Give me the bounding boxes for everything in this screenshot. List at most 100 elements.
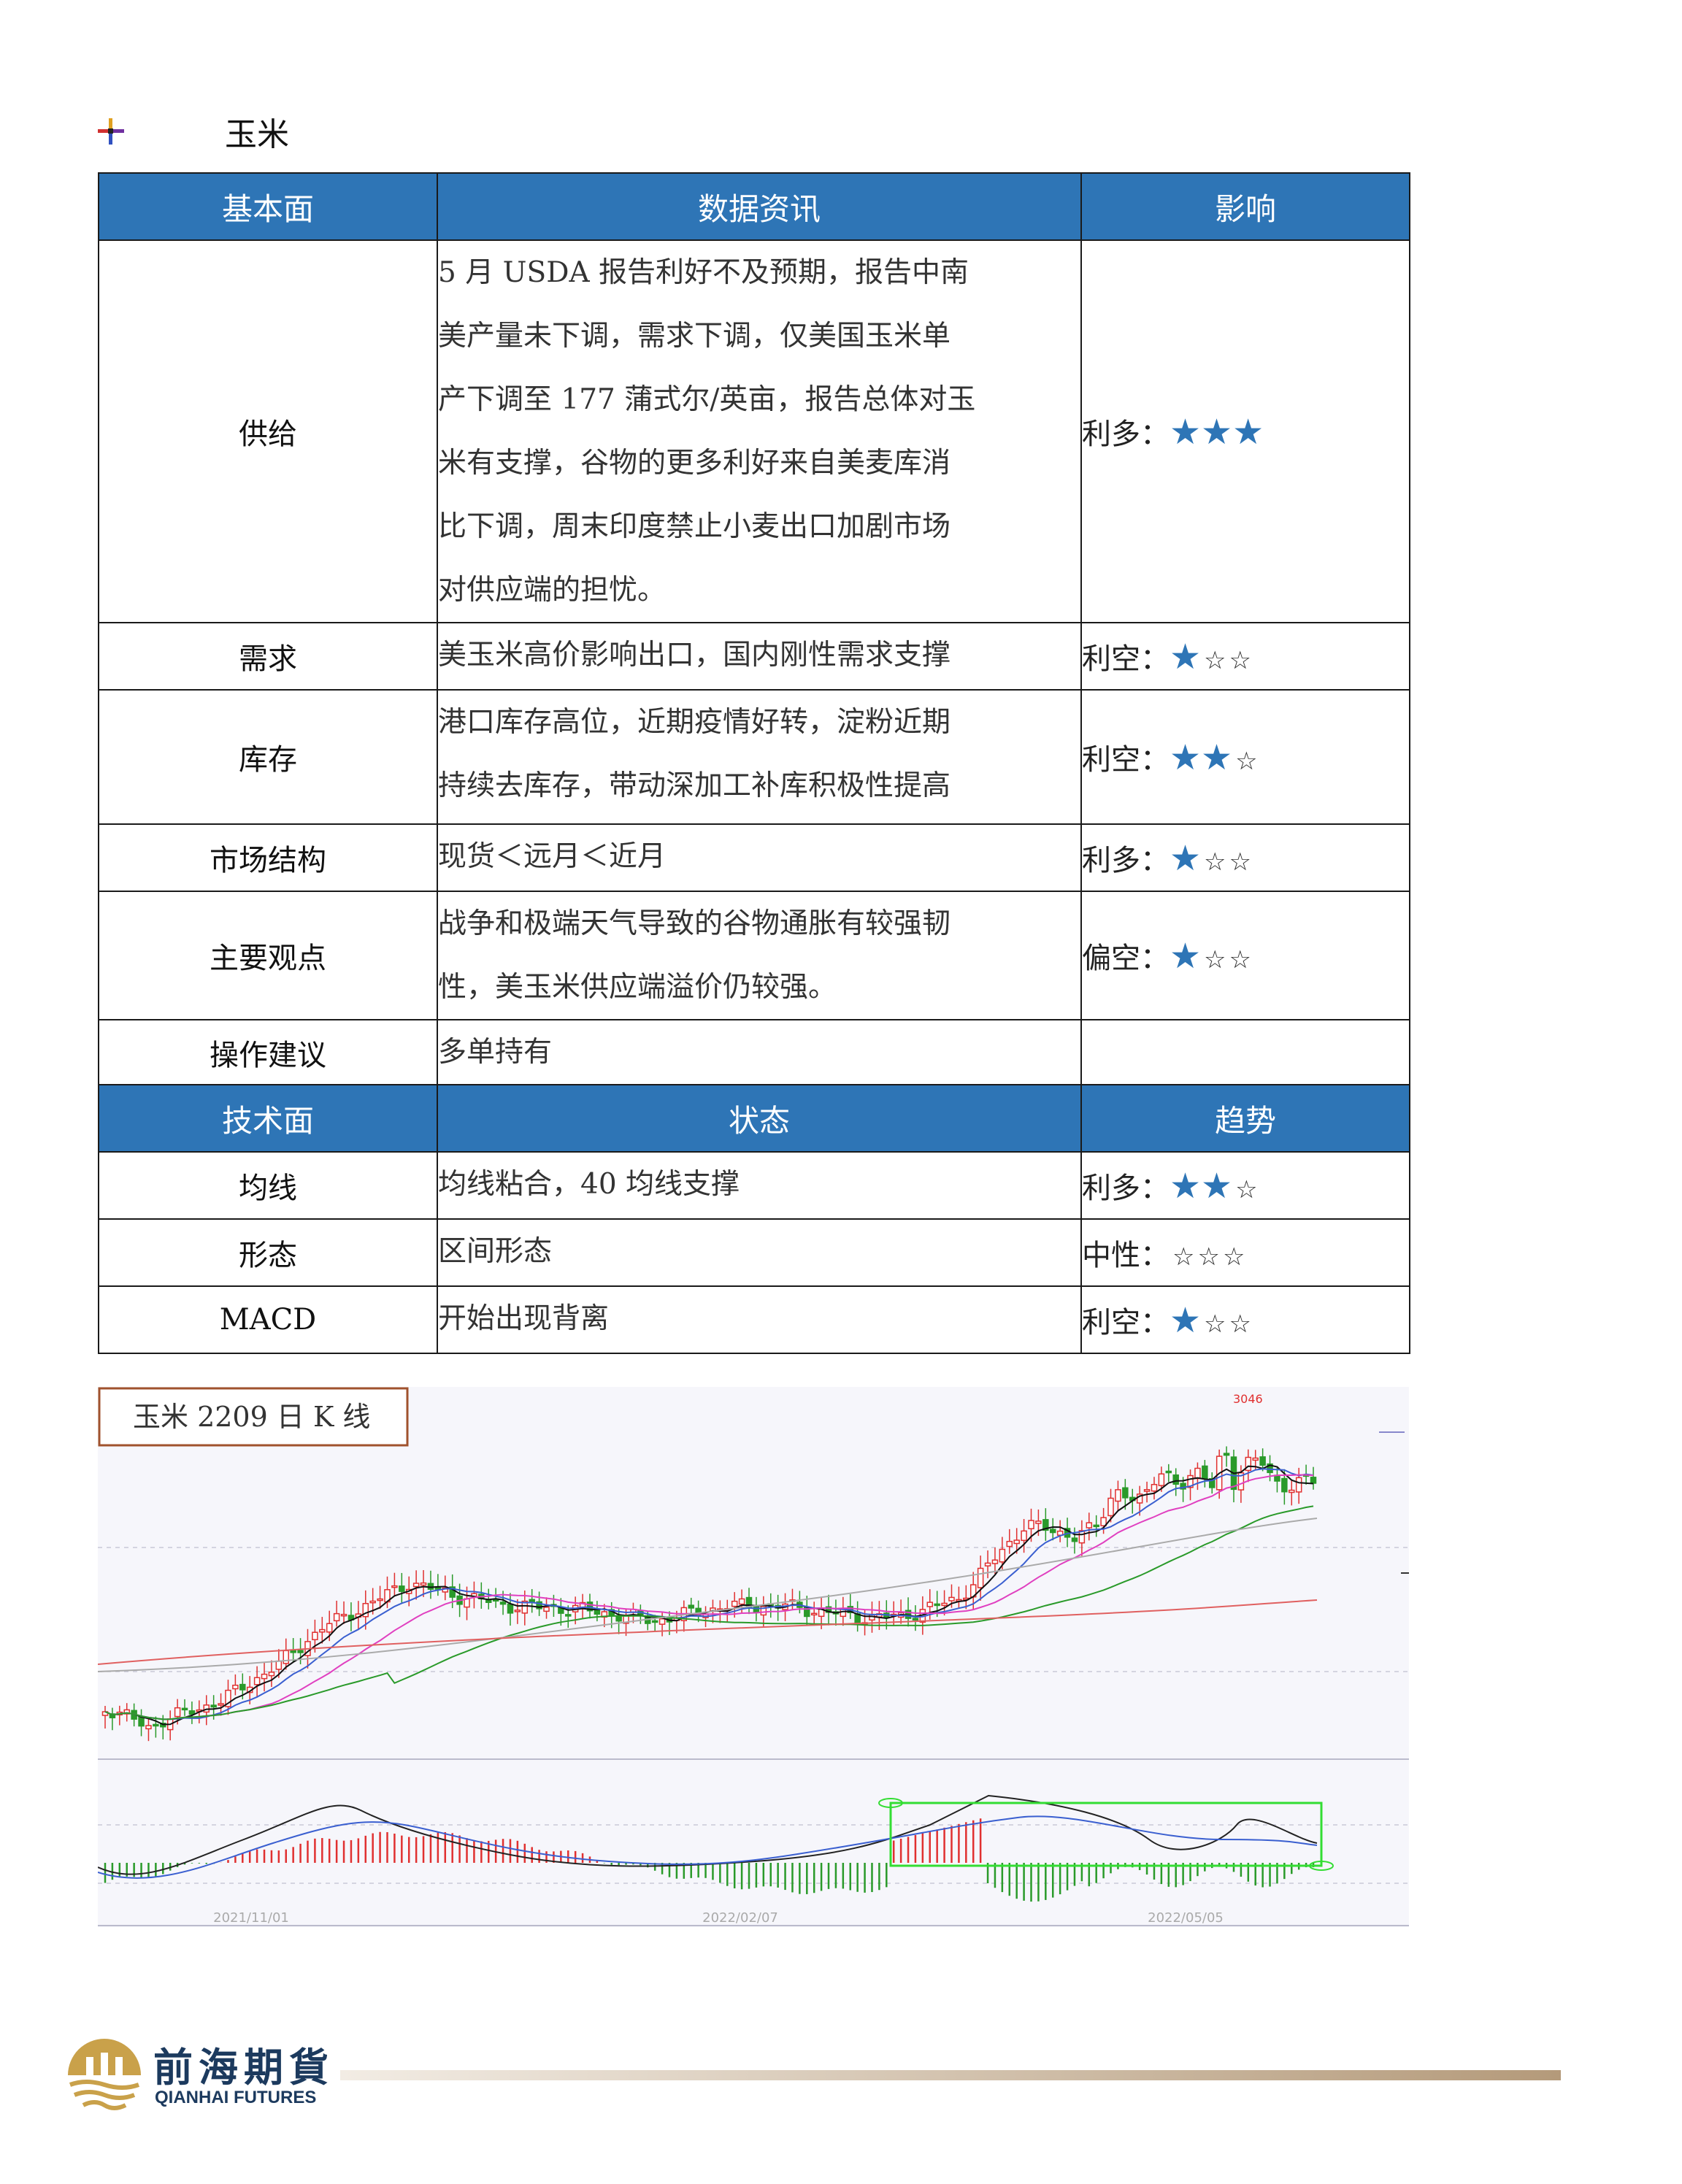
impact-text: 偏空： [1082,942,1170,975]
section-title-text: 玉米 [225,116,289,153]
candle-body [340,1613,347,1617]
rating-stars: ★ ☆ ☆ [1170,838,1251,879]
candle-body [319,1629,326,1633]
candle-body [1122,1487,1129,1499]
candle-body [420,1582,427,1586]
star-filled-icon: ★ [1170,737,1202,778]
candle-body [999,1548,1006,1563]
fundamentals-impact [1080,1019,1410,1085]
candle-body [290,1650,296,1653]
fundamentals-row: 库存 港口库存高位，近期疫情好转，淀粉近期 持续去库存，带动深加工补库积极性提高 利空… [98,689,1410,825]
candle-body [934,1603,940,1607]
technical-impact: 中性： ☆ ☆ ☆ [1080,1218,1410,1287]
header-status: 状态 [437,1084,1082,1153]
technical-description: 开始出现背离 [437,1285,1082,1354]
candle-body [1151,1483,1158,1492]
description-line: 对供应端的担忧。 [438,574,667,607]
fundamentals-label: 市场结构 [98,823,438,892]
star-filled-icon: ★ [1201,412,1233,453]
impact-text: 利多： [1082,1172,1170,1205]
candle-body [261,1673,268,1680]
candle-body [1107,1497,1114,1517]
description-line: 现货＜远月＜近月 [438,840,667,873]
technical-impact: 利空：★ ☆ ☆ [1080,1285,1410,1354]
candle-body [1093,1524,1099,1528]
date-label: 2022/05/05 [1148,1910,1224,1926]
candle-body [1165,1470,1172,1474]
fundamentals-impact: 利多：★★★ [1080,239,1410,623]
candle-body [514,1610,521,1612]
impact-text: 利空： [1082,1306,1170,1339]
candle-body [369,1600,376,1604]
description-line: 5 月 USDA 报告利好不及预期，报告中南 [438,256,969,289]
description-line: 美产量未下调，需求下调，仅美国玉米单 [438,320,951,353]
candle-body [499,1602,507,1605]
fundamentals-label: 操作建议 [98,1019,438,1085]
technical-description: 均线粘合，40 均线支撑 [437,1151,1082,1220]
fundamentals-description: 5 月 USDA 报告利好不及预期，报告中南 美产量未下调，需求下调，仅美国玉米单… [437,239,1082,623]
description-line: 均线粘合，40 均线支撑 [438,1168,740,1201]
candle-body [658,1618,666,1625]
fundamentals-description: 现货＜远月＜近月 [437,823,1082,892]
rating-stars: ★ ☆ ☆ [1170,1300,1251,1341]
candle-body [1021,1530,1027,1542]
candle-body [926,1602,934,1607]
description-line: 产下调至 177 蒲式尔/英亩，报告总体对玉 [438,383,976,416]
star-empty-icon: ☆ [1235,1175,1258,1204]
fundamentals-impact: 利多：★ ☆ ☆ [1080,823,1410,892]
candle-body [427,1583,434,1590]
candle-body [399,1585,405,1592]
candle-body [268,1672,275,1677]
technical-description: 区间形态 [437,1218,1082,1287]
candle-body [543,1607,550,1612]
candle-body [1202,1465,1208,1480]
description-line: 持续去库存，带动深加工补库积极性提高 [438,769,951,802]
description-line: 区间形态 [438,1235,553,1268]
fundamentals-impact: 偏空：★ ☆ ☆ [1080,891,1410,1020]
technical-row: MACD 开始出现背离 利空：★ ☆ ☆ [98,1285,1410,1354]
fundamentals-impact: 利空：★ ☆ ☆ [1080,622,1410,691]
candle-body [1194,1467,1201,1480]
header-fundamentals: 基本面 [98,172,438,241]
star-empty-icon: ☆ [1229,646,1251,675]
candle-body [1252,1457,1259,1461]
rating-stars: ★ ☆ ☆ [1170,936,1251,977]
header-impact: 影响 [1080,172,1410,241]
candle-body [1013,1539,1020,1545]
candle-body [326,1623,333,1633]
candle-body [984,1562,991,1566]
section-title: 玉米 [96,109,289,153]
star-empty-icon: ☆ [1222,1242,1245,1272]
brand-cn: 前海期貨 [153,2044,334,2091]
rating-stars: ★★ ☆ [1170,737,1258,778]
star-empty-icon: ☆ [1197,1242,1220,1272]
rating-stars: ☆ ☆ ☆ [1170,1239,1245,1272]
footer-rule [340,2070,1561,2080]
candle-body [912,1618,919,1620]
header-data-info: 数据资讯 [437,172,1082,241]
fundamentals-description: 港口库存高位，近期疫情好转，淀粉近期 持续去库存，带动深加工补库积极性提高 [437,689,1082,825]
star-empty-icon: ☆ [1229,847,1251,877]
candle-body [688,1604,694,1609]
chart-background [98,1387,1409,1927]
rating-stars: ★★ ☆ [1170,1166,1258,1207]
candle-body [810,1612,818,1616]
candle-body [1035,1520,1042,1524]
technical-header-row: 技术面 状态 趋势 [98,1084,1410,1153]
kline-chart-svg: 3046 2021/11/01 2022/02/07 2022/05/05 玉米 220… [97,1387,1409,1927]
star-empty-icon: ☆ [1204,1310,1226,1339]
description-line: 米有支撑，谷物的更多利好来自美麦库消 [438,447,951,480]
header-technical: 技术面 [98,1084,438,1153]
candle-body [565,1614,572,1617]
star-empty-icon: ☆ [1204,945,1226,974]
candle-body [1028,1520,1034,1529]
candle-body [232,1684,239,1690]
bullet-cross-icon [98,118,124,145]
star-empty-icon: ☆ [1172,1242,1195,1272]
fundamentals-row: 市场结构 现货＜远月＜近月 利多：★ ☆ ☆ [98,823,1410,892]
candle-body [1289,1489,1295,1493]
candle-body [1223,1453,1230,1456]
star-empty-icon: ☆ [1235,747,1258,776]
candle-body [1086,1522,1093,1529]
star-filled-icon: ★ [1201,737,1233,778]
